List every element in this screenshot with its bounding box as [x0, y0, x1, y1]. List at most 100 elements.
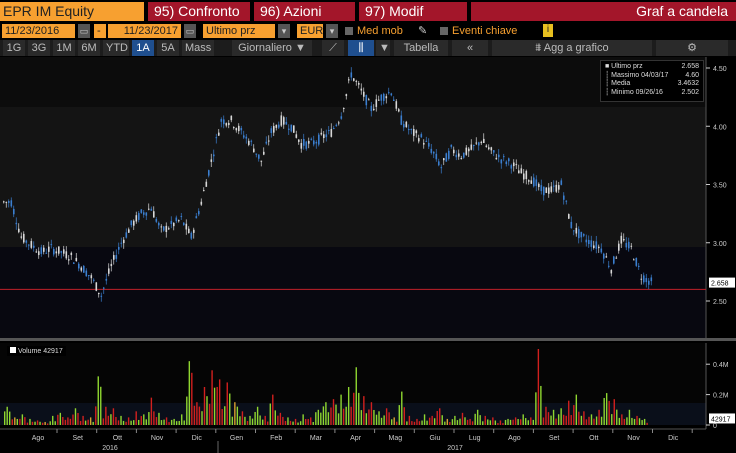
volume-bar: [484, 415, 486, 425]
x-tick-label: Nov: [627, 435, 640, 442]
actions-button[interactable]: 96) Azioni: [254, 2, 355, 21]
x-tick-label: Apr: [350, 435, 362, 442]
volume-bar: [173, 418, 175, 425]
candle-body: [258, 154, 260, 159]
moving-avg-checkbox[interactable]: [345, 27, 353, 35]
candle-body: [328, 130, 330, 132]
candle-body: [363, 91, 365, 97]
frequency-select[interactable]: Giornaliero ▼: [232, 40, 312, 56]
period-tab-ytd[interactable]: YTD: [103, 40, 129, 56]
candle-body: [318, 134, 320, 145]
volume-bar: [203, 387, 206, 425]
volume-bar: [87, 419, 89, 425]
candle-body: [533, 177, 535, 187]
calendar-icon[interactable]: ▭: [184, 24, 196, 38]
add-to-chart-label: Agg a grafico: [543, 42, 609, 54]
candle-body: [290, 124, 293, 132]
candle-body: [585, 239, 588, 243]
volume-bar: [396, 421, 398, 425]
volume-bar: [294, 418, 297, 425]
candle-body: [565, 200, 568, 202]
volume-bar: [122, 420, 125, 425]
volume-bar: [520, 419, 522, 425]
period-tab-mass[interactable]: Mass: [182, 40, 214, 56]
volume-bar: [535, 392, 537, 425]
candle-body: [508, 158, 510, 162]
modify-button[interactable]: 97) Modif: [359, 2, 467, 21]
settings-gear-icon[interactable]: ⚙: [656, 40, 728, 56]
volume-bar: [16, 418, 18, 425]
start-date-input[interactable]: 11/23/2016: [2, 24, 75, 38]
chevron-down-icon[interactable]: ▼: [376, 40, 390, 56]
candle-body: [295, 134, 298, 138]
candle-body: [425, 140, 428, 142]
candle-body: [435, 153, 438, 160]
volume-bar: [100, 386, 102, 425]
volume-bar: [26, 422, 29, 425]
candle-body: [355, 80, 358, 82]
x-tick-label: Ott: [113, 435, 122, 442]
candle-body: [45, 252, 48, 254]
panel-divider[interactable]: [0, 338, 736, 341]
period-tab-1a[interactable]: 1A: [132, 40, 154, 56]
candle-body: [150, 208, 153, 211]
period-tab-1g[interactable]: 1G: [3, 40, 25, 56]
calendar-icon[interactable]: ▭: [78, 24, 90, 38]
add-to-chart-button[interactable]: ⩩ Agg a grafico: [492, 40, 652, 56]
table-button[interactable]: Tabella: [394, 40, 448, 56]
candle-body: [235, 128, 238, 131]
candle-chart-icon[interactable]: ⫼: [348, 40, 374, 56]
candle-body: [145, 212, 148, 216]
candle-body: [243, 135, 245, 138]
currency-select[interactable]: EUR: [297, 24, 323, 38]
candle-body: [345, 94, 348, 97]
candle-body: [408, 129, 410, 131]
period-tab-5a[interactable]: 5A: [157, 40, 179, 56]
pencil-icon[interactable]: ✎: [418, 24, 427, 37]
volume-bar: [138, 419, 140, 425]
candle-body: [260, 160, 263, 162]
volume-bar: [474, 413, 476, 425]
period-tab-6m[interactable]: 6M: [78, 40, 100, 56]
candle-body: [558, 185, 560, 190]
volume-bar: [143, 414, 145, 425]
volume-bar: [44, 421, 46, 425]
candle-body: [270, 128, 273, 133]
volume-bar: [274, 410, 276, 425]
candle-body: [365, 95, 368, 106]
chevron-down-icon[interactable]: ▾: [326, 24, 338, 38]
end-date-input[interactable]: 11/23/2017: [108, 24, 181, 38]
volume-bar: [264, 415, 266, 425]
volume-bar: [307, 419, 309, 425]
volume-bar: [46, 423, 49, 425]
candle-body: [60, 251, 63, 253]
period-tab-1m[interactable]: 1M: [53, 40, 75, 56]
volume-bar: [259, 415, 261, 425]
chevron-down-icon[interactable]: ▾: [278, 24, 290, 38]
volume-bar: [411, 421, 413, 425]
price-volume-chart[interactable]: 4.50 4.00 3.50 3.00 2.50 2.658 0.4M 0.2M 042917 A…: [0, 57, 736, 453]
collapse-button[interactable]: «: [452, 40, 488, 56]
compare-button[interactable]: 95) Confronto: [148, 2, 250, 21]
volume-bar: [459, 418, 461, 425]
candle-body: [168, 228, 170, 230]
period-tab-3g[interactable]: 3G: [28, 40, 50, 56]
volume-bar: [267, 421, 269, 425]
volume-bar: [277, 415, 279, 425]
line-chart-icon[interactable]: ⟋: [322, 40, 344, 56]
volume-bar: [272, 394, 274, 425]
price-band: [0, 107, 706, 247]
field-select[interactable]: Ultimo prz: [203, 24, 275, 38]
volume-bar: [251, 418, 254, 425]
volume-bar: [120, 415, 122, 425]
ticker-field[interactable]: EPR IM Equity: [0, 2, 144, 21]
candle-body: [530, 180, 533, 184]
volume-bar: [239, 416, 241, 425]
info-icon[interactable]: i: [543, 24, 553, 37]
volume-bar: [340, 394, 342, 425]
key-events-checkbox[interactable]: [440, 27, 448, 35]
candle-body: [588, 239, 590, 245]
candle-body: [443, 158, 445, 161]
volume-bar: [613, 399, 615, 425]
x-tick-label: Dic: [668, 435, 679, 442]
